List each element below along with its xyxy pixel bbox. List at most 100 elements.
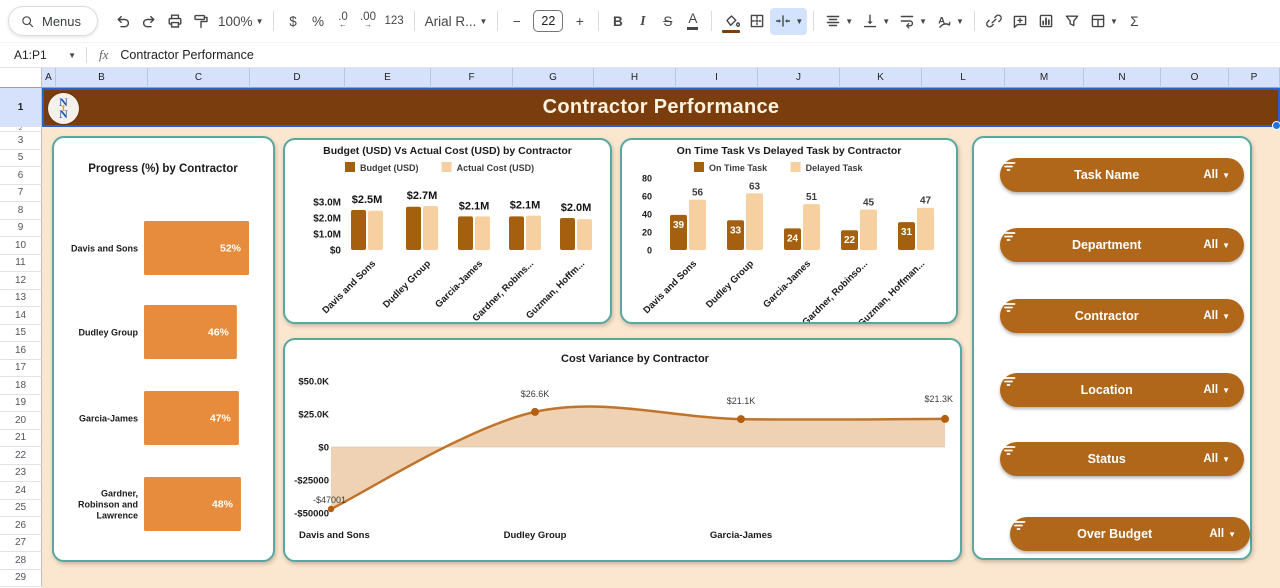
row-header-21[interactable]: 21 bbox=[0, 430, 42, 448]
insert-chart-button[interactable] bbox=[1033, 8, 1059, 35]
font-select[interactable]: Arial R...▼ bbox=[421, 8, 492, 35]
decrease-font-size-button[interactable]: − bbox=[504, 8, 529, 35]
row-header-6[interactable]: 6 bbox=[0, 167, 42, 185]
row-header-28[interactable]: 28 bbox=[0, 552, 42, 570]
borders-button[interactable] bbox=[744, 8, 770, 35]
row-header-23[interactable]: 23 bbox=[0, 465, 42, 483]
table-button[interactable]: ▼ bbox=[1085, 8, 1122, 35]
row-header-8[interactable]: 8 bbox=[0, 202, 42, 220]
filter-value-dropdown[interactable]: All▼ bbox=[1203, 169, 1230, 181]
row-header-9[interactable]: 9 bbox=[0, 220, 42, 238]
column-header-H[interactable]: H bbox=[594, 68, 676, 88]
filter-value-dropdown[interactable]: All▼ bbox=[1203, 453, 1230, 465]
row-header-3[interactable]: 3 bbox=[0, 132, 42, 150]
vertical-align-button[interactable]: ▼ bbox=[857, 8, 894, 35]
row-header-26[interactable]: 26 bbox=[0, 517, 42, 535]
merge-cells-button[interactable]: ▼ bbox=[770, 8, 807, 35]
column-header-C[interactable]: C bbox=[148, 68, 250, 88]
row-header-24[interactable]: 24 bbox=[0, 482, 42, 500]
budget-chart-card[interactable]: Budget (USD) Vs Actual Cost (USD) by Con… bbox=[283, 138, 612, 324]
row-header-19[interactable]: 19 bbox=[0, 395, 42, 413]
paint-format-button[interactable] bbox=[188, 8, 214, 35]
column-header-G[interactable]: G bbox=[513, 68, 594, 88]
row-header-7[interactable]: 7 bbox=[0, 185, 42, 203]
insert-link-button[interactable] bbox=[981, 8, 1007, 35]
row-header-27[interactable]: 27 bbox=[0, 535, 42, 553]
data-label: $2.1M bbox=[459, 200, 490, 212]
functions-button[interactable]: Σ bbox=[1122, 8, 1147, 35]
filter-pill-contractor[interactable]: Contractor All▼ bbox=[1000, 299, 1244, 333]
redo-button[interactable] bbox=[136, 8, 162, 35]
progress-chart-card[interactable]: Progress (%) by Contractor52%Davis and S… bbox=[52, 136, 275, 562]
column-header-A[interactable]: A bbox=[42, 68, 56, 88]
sheet-cells[interactable]: N t N Contractor Performance Progress (%… bbox=[42, 88, 1280, 588]
row-header-20[interactable]: 20 bbox=[0, 412, 42, 430]
more-formats-button[interactable]: 123 bbox=[380, 8, 407, 35]
filter-value-dropdown[interactable]: All▼ bbox=[1203, 239, 1230, 251]
name-box[interactable]: A1:P1 ▼ bbox=[0, 43, 86, 67]
undo-button[interactable] bbox=[110, 8, 136, 35]
row-header-17[interactable]: 17 bbox=[0, 360, 42, 378]
column-header-F[interactable]: F bbox=[431, 68, 513, 88]
row-header-12[interactable]: 12 bbox=[0, 272, 42, 290]
row-header-18[interactable]: 18 bbox=[0, 377, 42, 395]
row-header-25[interactable]: 25 bbox=[0, 500, 42, 518]
text-color-button[interactable]: A bbox=[680, 8, 705, 35]
italic-button[interactable]: I bbox=[630, 8, 655, 35]
ontime-chart-card[interactable]: On Time Task Vs Delayed Task by Contract… bbox=[620, 138, 958, 324]
row-header-22[interactable]: 22 bbox=[0, 447, 42, 465]
column-header-B[interactable]: B bbox=[56, 68, 148, 88]
create-filter-button[interactable] bbox=[1059, 8, 1085, 35]
row-header-15[interactable]: 15 bbox=[0, 325, 42, 343]
filter-value-dropdown[interactable]: All▼ bbox=[1203, 310, 1230, 322]
column-header-P[interactable]: P bbox=[1229, 68, 1280, 88]
column-header-J[interactable]: J bbox=[758, 68, 840, 88]
row-header-5[interactable]: 5 bbox=[0, 150, 42, 168]
row-header-11[interactable]: 11 bbox=[0, 255, 42, 273]
variance-chart-card[interactable]: Cost Variance by Contractor$50.0K$25.0K$… bbox=[283, 338, 962, 562]
row-header-1[interactable]: 1 bbox=[0, 88, 42, 127]
filter-pill-task-name[interactable]: Task Name All▼ bbox=[1000, 158, 1244, 192]
toolbar-divider bbox=[974, 11, 975, 31]
bold-button[interactable]: B bbox=[605, 8, 630, 35]
y-tick-label: $25.0K bbox=[298, 410, 329, 421]
filter-value-dropdown[interactable]: All▼ bbox=[1209, 528, 1236, 540]
increase-font-size-button[interactable]: + bbox=[567, 8, 592, 35]
horizontal-align-button[interactable]: ▼ bbox=[820, 8, 857, 35]
zoom-select[interactable]: 100%▼ bbox=[214, 8, 267, 35]
row-header-13[interactable]: 13 bbox=[0, 290, 42, 308]
decrease-decimals-button[interactable]: .0← bbox=[330, 8, 355, 35]
column-header-K[interactable]: K bbox=[840, 68, 922, 88]
print-button[interactable] bbox=[162, 8, 188, 35]
filter-value-dropdown[interactable]: All▼ bbox=[1203, 384, 1230, 396]
menus-button[interactable]: Menus bbox=[8, 6, 98, 36]
fill-color-button[interactable] bbox=[718, 8, 744, 35]
row-header-29[interactable]: 29 bbox=[0, 570, 42, 588]
format-percent-button[interactable]: % bbox=[305, 8, 330, 35]
row-header-16[interactable]: 16 bbox=[0, 342, 42, 360]
strikethrough-button[interactable]: S bbox=[655, 8, 680, 35]
formula-input[interactable]: Contractor Performance bbox=[120, 48, 253, 62]
filter-pill-department[interactable]: Department All▼ bbox=[1000, 228, 1244, 262]
column-header-I[interactable]: I bbox=[676, 68, 758, 88]
insert-comment-button[interactable] bbox=[1007, 8, 1033, 35]
banner[interactable]: N t N Contractor Performance bbox=[42, 88, 1280, 127]
text-wrap-button[interactable]: ▼ bbox=[894, 8, 931, 35]
text-rotation-button[interactable]: A▼ bbox=[931, 8, 968, 35]
row-header-10[interactable]: 10 bbox=[0, 237, 42, 255]
column-header-N[interactable]: N bbox=[1084, 68, 1161, 88]
column-header-M[interactable]: M bbox=[1005, 68, 1084, 88]
font-size-input[interactable]: 22 bbox=[529, 8, 567, 35]
select-all-corner[interactable] bbox=[0, 68, 42, 88]
selection-handle[interactable] bbox=[1272, 121, 1280, 130]
filter-pill-status[interactable]: Status All▼ bbox=[1000, 442, 1244, 476]
increase-decimals-button[interactable]: .00→ bbox=[355, 8, 380, 35]
column-header-L[interactable]: L bbox=[922, 68, 1005, 88]
column-header-D[interactable]: D bbox=[250, 68, 345, 88]
column-header-E[interactable]: E bbox=[345, 68, 431, 88]
column-header-O[interactable]: O bbox=[1161, 68, 1229, 88]
row-header-14[interactable]: 14 bbox=[0, 307, 42, 325]
filter-pill-over-budget[interactable]: Over Budget All▼ bbox=[1010, 517, 1250, 551]
filter-pill-location[interactable]: Location All▼ bbox=[1000, 373, 1244, 407]
format-currency-button[interactable]: $ bbox=[280, 8, 305, 35]
